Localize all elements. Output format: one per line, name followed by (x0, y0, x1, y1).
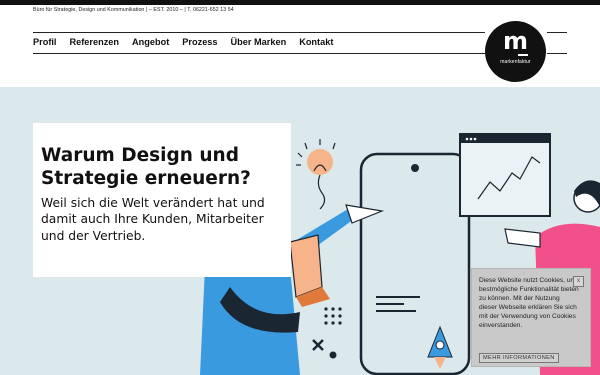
nav-item-profil[interactable]: Profil (33, 37, 56, 47)
nav-item-referenzen[interactable]: Referenzen (69, 37, 119, 47)
dot-grid-decoration (324, 307, 342, 325)
nav-top-rule-right (547, 32, 567, 33)
nav-item-angebot[interactable]: Angebot (132, 37, 169, 47)
rocket-illustration (427, 325, 453, 369)
cookie-close-button[interactable]: x (573, 276, 584, 287)
dot-decoration (329, 351, 337, 359)
light-bulb-illustration (296, 139, 336, 210)
logo-mark: m (485, 29, 546, 56)
hero-subtitle: Weil sich die Welt verändert hat und dam… (41, 195, 265, 243)
nav-bottom-rule (33, 53, 485, 54)
cookie-banner: Diese Website nutzt Cookies, um bestmögl… (471, 268, 591, 367)
nav-bottom-rule-right (547, 53, 567, 54)
nav-item-prozess[interactable]: Prozess (182, 37, 217, 47)
nav-item-ueber-marken[interactable]: Über Marken (231, 37, 287, 47)
hero-title: Warum Design und Strategie erneuern? (41, 145, 251, 189)
nav-item-kontakt[interactable]: Kontakt (299, 37, 333, 47)
logo-wordmark: markenfaktur (500, 59, 531, 65)
phone-illustration (359, 152, 471, 375)
brand-logo[interactable]: m markenfaktur (485, 21, 546, 82)
top-bar (0, 0, 600, 5)
cookie-more-info-button[interactable]: MEHR INFORMATIONEN (479, 353, 559, 363)
hero-card: Warum Design und Strategie erneuern? Wei… (33, 123, 291, 277)
cookie-text: Diese Website nutzt Cookies, um bestmögl… (479, 277, 579, 330)
chart-window-illustration (459, 133, 551, 217)
nav-top-rule (33, 32, 485, 33)
header-tagline: Büro für Strategie, Design und Kommunika… (33, 7, 234, 13)
main-navigation: Profil Referenzen Angebot Prozess Über M… (33, 37, 333, 47)
x-mark-decoration (312, 339, 324, 351)
